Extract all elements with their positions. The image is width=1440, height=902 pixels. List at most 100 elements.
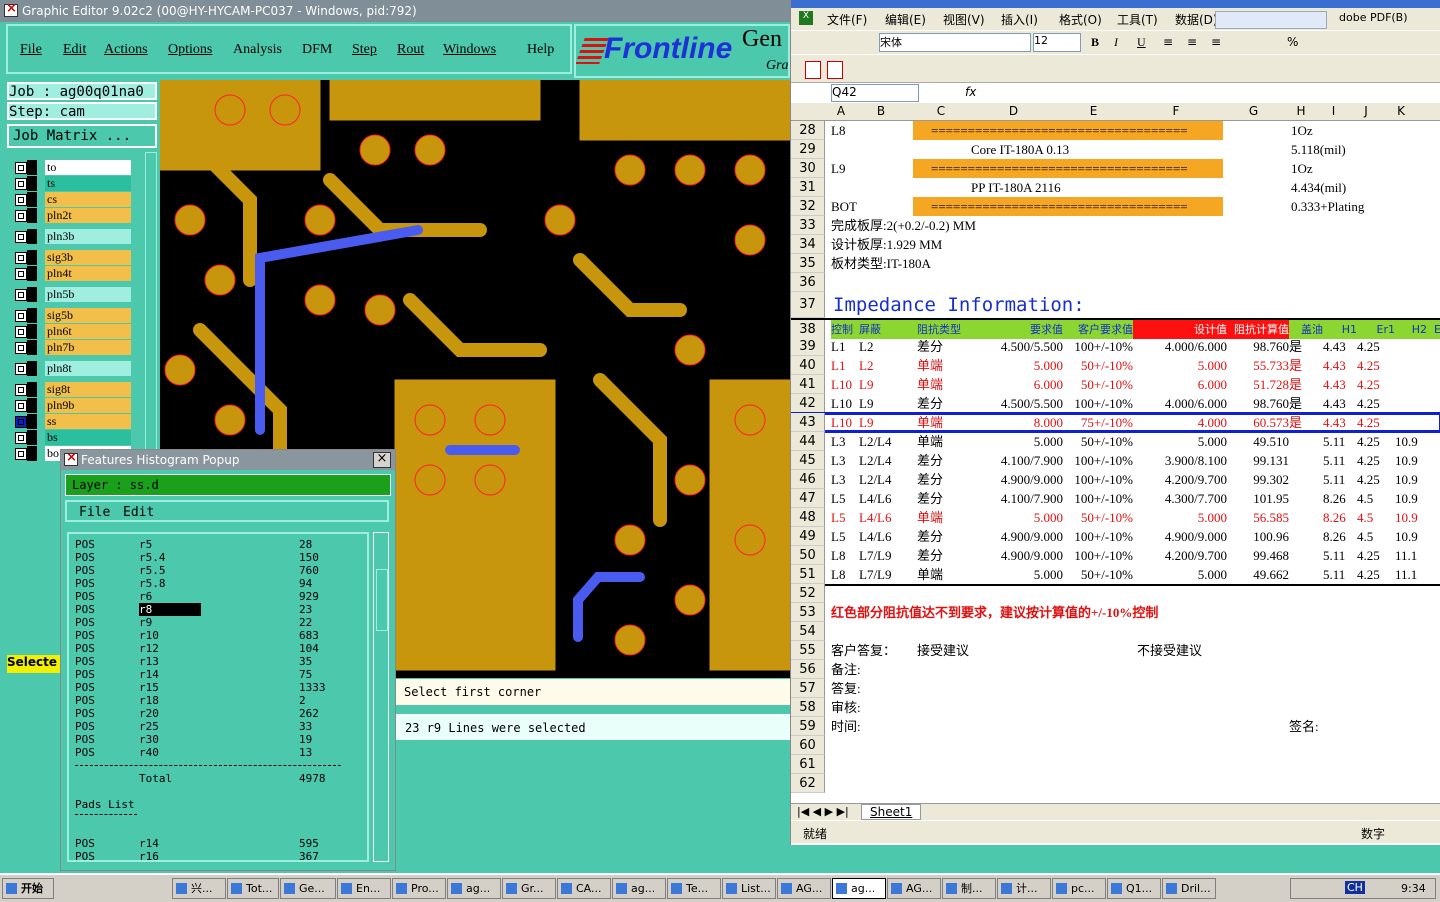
taskbar-button[interactable]: En...: [337, 878, 391, 899]
imp-cell[interactable]: L10: [831, 375, 859, 394]
histogram-row[interactable]: POS r18 2: [75, 694, 345, 707]
histogram-row[interactable]: POS r9 22: [75, 616, 345, 629]
col-header[interactable]: F: [1131, 104, 1221, 118]
time-label[interactable]: 时间:: [831, 717, 1251, 736]
imp-cell[interactable]: 100+/-10%: [1063, 394, 1133, 413]
col-header[interactable]: G: [1221, 104, 1286, 118]
start-button[interactable]: 开始: [2, 878, 54, 899]
imp-cell[interactable]: 11.1: [1395, 546, 1427, 565]
layer-row[interactable]: pln3b: [11, 229, 131, 244]
imp-cell[interactable]: [1289, 451, 1323, 470]
row-number[interactable]: 62: [791, 774, 825, 793]
histogram-list[interactable]: POS r5 28 POS r5.4 150 POS r5.5 760 POS r5.8 94 POS r…: [67, 532, 369, 862]
layer-row[interactable]: cs: [11, 192, 131, 207]
imp-cell[interactable]: [1427, 337, 1440, 356]
cell-spec[interactable]: 板材类型:IT-180A: [831, 254, 1231, 273]
imp-cell[interactable]: 8.26: [1323, 508, 1357, 527]
imp-cell[interactable]: L5: [831, 489, 859, 508]
imp-cell[interactable]: 50+/-10%: [1063, 375, 1133, 394]
taskbar-button[interactable]: List...: [722, 878, 776, 899]
imp-cell[interactable]: 差分: [917, 470, 975, 489]
close-icon[interactable]: ×: [373, 452, 391, 468]
imp-cell[interactable]: 是: [1289, 375, 1323, 394]
imp-cell[interactable]: [1427, 432, 1440, 451]
layer-row[interactable]: sig5b: [11, 308, 131, 323]
histogram-row[interactable]: POS r16 367: [75, 850, 345, 860]
imp-cell[interactable]: 4.000/6.000: [1133, 394, 1227, 413]
imp-cell[interactable]: L3: [831, 432, 859, 451]
imp-cell[interactable]: [1427, 375, 1440, 394]
taskbar-button[interactable]: Tot...: [227, 878, 279, 899]
imp-cell[interactable]: [1289, 470, 1323, 489]
imp-cell[interactable]: L8: [831, 565, 859, 584]
cell-material[interactable]: PP IT-180A 2116: [913, 178, 1223, 197]
cell-layer[interactable]: BOT: [831, 197, 911, 216]
cell-material[interactable]: Core IT-180A 0.13: [913, 140, 1223, 159]
imp-cell[interactable]: 4.43: [1323, 375, 1357, 394]
imp-cell[interactable]: 10.9: [1395, 451, 1427, 470]
imp-cell[interactable]: 单端: [917, 432, 975, 451]
row-number[interactable]: 36: [791, 273, 825, 292]
imp-cell[interactable]: L1: [831, 356, 859, 375]
layer-row[interactable]: bs: [11, 430, 131, 445]
imp-cell[interactable]: L2: [859, 337, 917, 356]
percent-icon[interactable]: %: [1287, 35, 1298, 49]
imp-cell[interactable]: 11.1: [1395, 565, 1427, 584]
imp-cell[interactable]: L9: [859, 375, 917, 394]
cell-stack-bar[interactable]: ===================================: [913, 159, 1223, 178]
row-number[interactable]: 44: [791, 432, 825, 451]
histogram-row[interactable]: POS r12 104: [75, 642, 345, 655]
row-number[interactable]: 48: [791, 508, 825, 527]
histogram-row[interactable]: POS r5.5 760: [75, 564, 345, 577]
imp-cell[interactable]: 55.733: [1227, 356, 1289, 375]
histogram-menu-edit[interactable]: Edit: [123, 505, 154, 520]
imp-cell[interactable]: 56.585: [1227, 508, 1289, 527]
scroll-thumb[interactable]: [376, 569, 388, 631]
imp-cell[interactable]: 5.000: [975, 508, 1063, 527]
cell-layer[interactable]: L8: [831, 121, 911, 140]
imp-cell[interactable]: L1: [831, 337, 859, 356]
imp-cell[interactable]: 4.000/6.000: [1133, 337, 1227, 356]
excel-menu-file[interactable]: 文件(F): [827, 11, 867, 28]
menu-edit[interactable]: Edit: [63, 42, 86, 58]
menu-windows[interactable]: Windows: [443, 42, 496, 58]
histogram-row[interactable]: POS r40 13: [75, 746, 345, 759]
row-number[interactable]: 52: [791, 584, 825, 603]
imp-cell[interactable]: 4.43: [1323, 394, 1357, 413]
imp-cell[interactable]: [1289, 489, 1323, 508]
imp-cell[interactable]: 10.9: [1395, 508, 1427, 527]
imp-cell[interactable]: 5.000: [975, 432, 1063, 451]
imp-cell[interactable]: 是: [1289, 413, 1323, 432]
taskbar-button[interactable]: Ge...: [280, 878, 336, 899]
imp-cell[interactable]: 98.760: [1227, 394, 1289, 413]
row-number[interactable]: 46: [791, 470, 825, 489]
taskbar-button[interactable]: Q1...: [1107, 878, 1161, 899]
imp-cell[interactable]: 51.728: [1227, 375, 1289, 394]
imp-cell[interactable]: 4.25: [1357, 375, 1395, 394]
imp-cell[interactable]: 5.11: [1323, 470, 1357, 489]
col-header[interactable]: K: [1381, 104, 1421, 118]
histogram-row[interactable]: POS r6 929: [75, 590, 345, 603]
row-number[interactable]: 37: [791, 292, 825, 318]
imp-cell[interactable]: L10: [831, 413, 859, 432]
imp-cell[interactable]: 3.900/8.100: [1133, 451, 1227, 470]
row-number[interactable]: 42: [791, 394, 825, 413]
row-number[interactable]: 35: [791, 254, 825, 273]
row-number[interactable]: 55: [791, 641, 825, 660]
row-number[interactable]: 45: [791, 451, 825, 470]
imp-cell[interactable]: 10.9: [1395, 527, 1427, 546]
imp-cell[interactable]: 8.26: [1323, 527, 1357, 546]
imp-cell[interactable]: 4.000: [1133, 413, 1227, 432]
layer-row[interactable]: pln7b: [11, 340, 131, 355]
taskbar-button[interactable]: Dril...: [1162, 878, 1216, 899]
imp-cell[interactable]: 4.200/9.700: [1133, 470, 1227, 489]
imp-cell[interactable]: 4.5: [1357, 527, 1395, 546]
imp-cell[interactable]: 5.000: [1133, 432, 1227, 451]
row-number[interactable]: 33: [791, 216, 825, 235]
menu-step[interactable]: Step: [352, 42, 377, 58]
row-number[interactable]: 31: [791, 178, 825, 197]
imp-cell[interactable]: [1289, 527, 1323, 546]
imp-cell[interactable]: [1427, 394, 1440, 413]
imp-cell[interactable]: 差分: [917, 451, 975, 470]
cell-thickness[interactable]: 5.118(mil): [1291, 140, 1440, 159]
